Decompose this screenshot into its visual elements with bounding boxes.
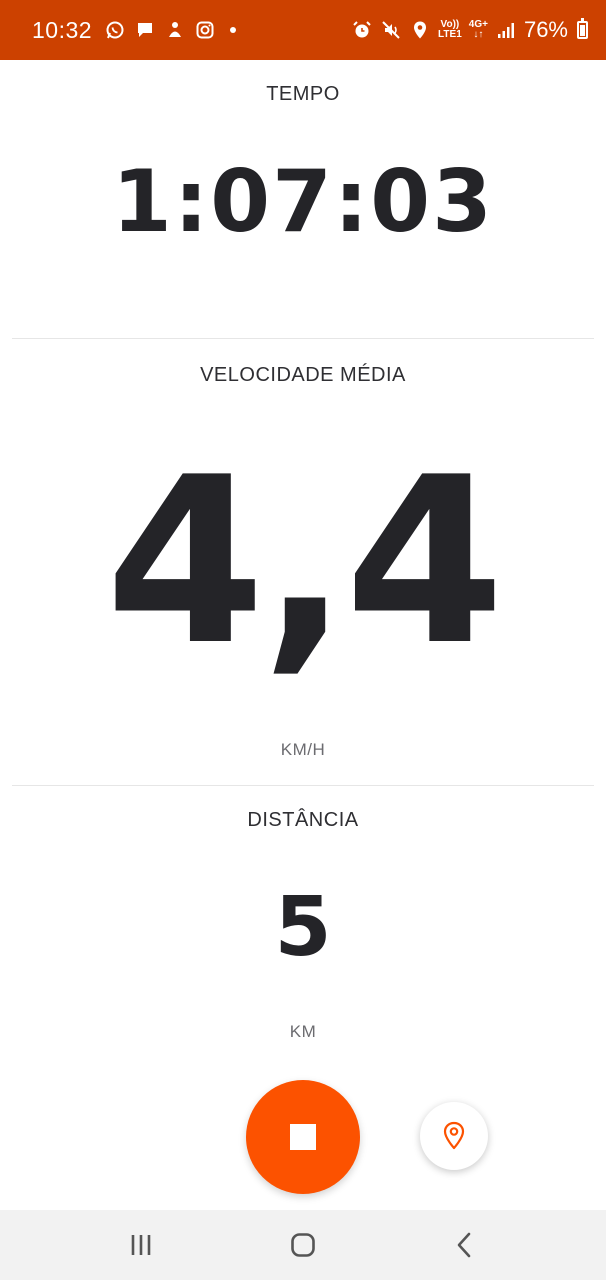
divider — [12, 338, 594, 339]
notification-icon — [164, 19, 186, 41]
divider — [12, 785, 594, 786]
distance-value: 5 — [274, 880, 332, 975]
average-speed-value: 4,4 — [105, 429, 504, 696]
back-icon — [457, 1232, 471, 1258]
mute-icon — [380, 19, 402, 41]
whatsapp-icon — [104, 19, 126, 41]
message-icon — [134, 19, 156, 41]
instagram-icon — [194, 19, 216, 41]
status-left: 10:32 — [32, 16, 237, 44]
stop-button[interactable] — [246, 1080, 360, 1194]
average-speed-label: VELOCIDADE MÉDIA — [200, 364, 406, 386]
distance-label: DISTÂNCIA — [247, 809, 359, 831]
status-time: 10:32 — [32, 16, 93, 43]
status-bar: 10:32 Vo)) LTE1 4G+ ↓↑ 76% — [0, 0, 606, 60]
recent-apps-icon — [131, 1235, 151, 1255]
home-icon — [291, 1233, 315, 1257]
signal-icon — [495, 19, 517, 41]
recent-apps-button[interactable] — [116, 1220, 166, 1270]
navigation-bar — [0, 1210, 606, 1280]
volte-bottom: LTE1 — [438, 29, 462, 40]
speed-unit: KM/H — [280, 740, 326, 759]
alarm-icon — [351, 19, 373, 41]
volte-indicator: Vo)) LTE1 — [438, 20, 462, 40]
map-pin-icon — [443, 1121, 465, 1150]
data-arrows-icon: ↓↑ — [473, 29, 484, 40]
stop-icon — [290, 1124, 316, 1150]
distance-unit: KM — [289, 1022, 317, 1041]
more-notifications-dot — [230, 27, 237, 33]
time-label: TEMPO — [266, 83, 340, 105]
time-value: 1:07:03 — [112, 152, 494, 252]
back-button[interactable] — [440, 1220, 490, 1270]
battery-icon — [577, 18, 588, 39]
battery-percent: 76% — [523, 17, 568, 42]
status-right: Vo)) LTE1 4G+ ↓↑ 76% — [351, 17, 588, 43]
network-type-indicator: 4G+ ↓↑ — [469, 20, 488, 40]
home-button[interactable] — [278, 1220, 328, 1270]
location-icon — [409, 19, 431, 41]
location-button[interactable] — [420, 1102, 488, 1170]
